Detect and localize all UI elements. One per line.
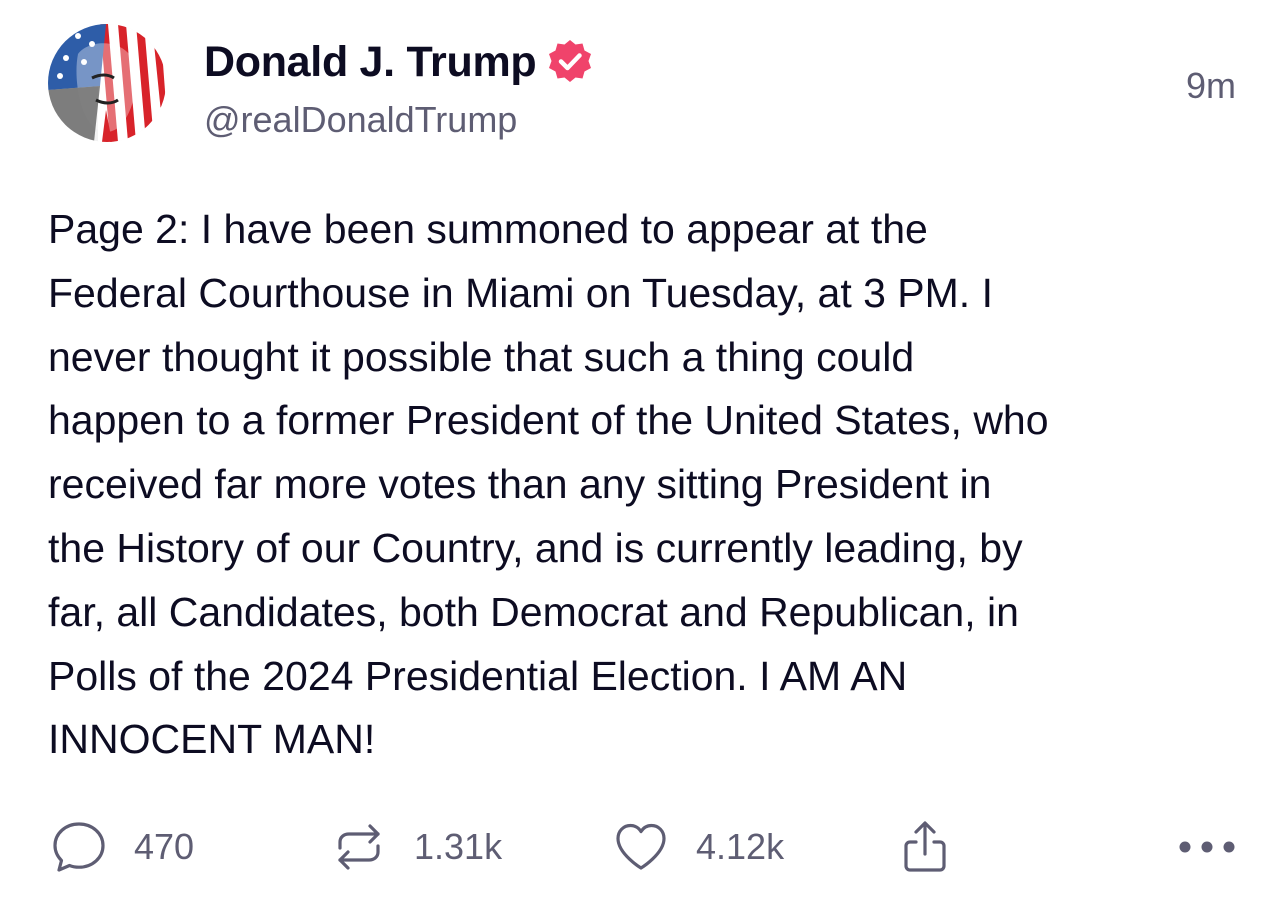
post-action-bar: 470 1.31k 4.12k (0, 812, 1284, 882)
retruth-icon (330, 818, 388, 876)
like-count: 4.12k (696, 826, 785, 867)
post-body-text: Page 2: I have been summoned to appear a… (48, 206, 1049, 763)
like-button[interactable]: 4.12k (612, 812, 784, 882)
heart-icon (612, 818, 670, 876)
retruth-button[interactable]: 1.31k (330, 812, 502, 882)
retruth-count: 1.31k (414, 826, 503, 867)
share-button[interactable] (896, 812, 954, 882)
reply-count: 470 (134, 826, 195, 867)
more-icon (1176, 837, 1238, 857)
author-avatar[interactable] (48, 24, 166, 142)
reply-icon (50, 818, 108, 876)
more-options-button[interactable] (1176, 812, 1238, 882)
author-display-name[interactable]: Donald J. Trump (204, 36, 537, 88)
author-handle[interactable]: @realDonaldTrump (204, 98, 517, 142)
post-timestamp[interactable]: 9m (1186, 64, 1236, 108)
share-icon (896, 818, 954, 876)
avatar-flag-portrait-icon (48, 24, 166, 142)
post-card: Donald J. Trump @realDonaldTrump 9m Page… (0, 0, 1284, 911)
author-name-row: Donald J. Trump (204, 36, 594, 88)
reply-button[interactable]: 470 (50, 812, 194, 882)
verified-badge-icon (546, 38, 594, 86)
